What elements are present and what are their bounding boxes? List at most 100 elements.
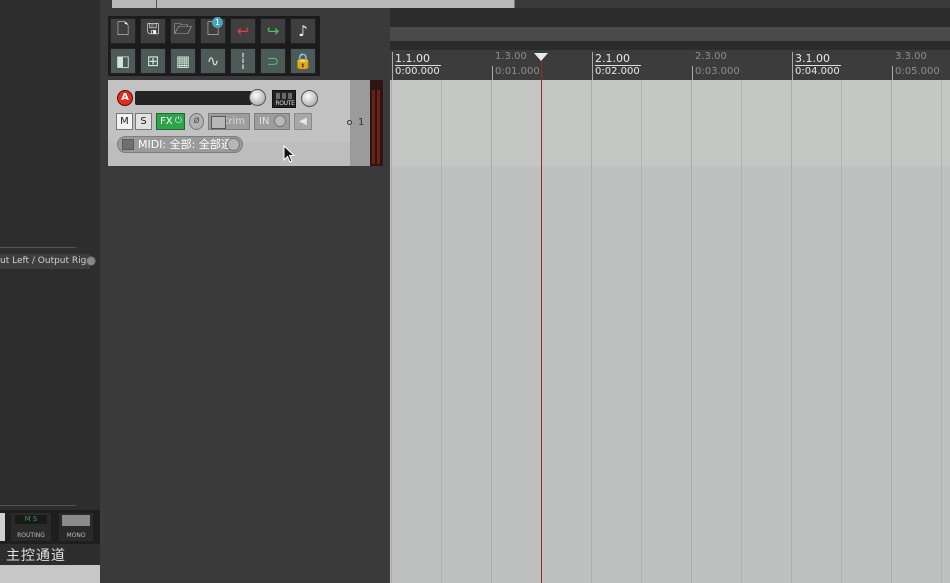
- meter-channel-right: [377, 90, 380, 164]
- ruler-time-label: 0:04.000: [795, 66, 840, 77]
- grid-line: [391, 80, 392, 583]
- solo-button[interactable]: S: [135, 113, 152, 130]
- open-project-icon: 🗁: [173, 19, 193, 38]
- grid-line: [641, 80, 642, 583]
- main-toolbar: 🗋 🖫 🗁 🗋 ↩ ↪ ♪ ◧ ⊞ ▦ ∿ ┆ ⊃ 🔒 1: [108, 16, 320, 76]
- lock-button[interactable]: 🔒: [290, 48, 316, 74]
- monitor-speaker-button[interactable]: ◀: [294, 113, 312, 130]
- new-track-button[interactable]: 🗋: [110, 18, 136, 44]
- ruler-time-label: 0:05.000: [895, 66, 940, 77]
- output-knob[interactable]: [86, 256, 96, 266]
- redo-button[interactable]: ↪: [260, 18, 286, 44]
- metronome-icon: ♪: [298, 22, 308, 40]
- ruler-tick: [692, 66, 693, 80]
- mono-label: MONO: [66, 532, 86, 539]
- fx-button[interactable]: FX ⏻: [156, 113, 185, 130]
- mono-speaker-icon: [62, 515, 90, 526]
- mixer-panel: [0, 0, 100, 583]
- scrollbar-thumb[interactable]: [112, 0, 515, 8]
- item-grouping-icon: ▦: [175, 52, 191, 70]
- play-cursor-marker[interactable]: [534, 53, 548, 61]
- routing-button[interactable]: M S ROUTING: [11, 513, 51, 541]
- record-arm-button[interactable]: A: [117, 90, 133, 106]
- ruler-time-label: 0:03.000: [695, 66, 740, 77]
- mouse-pointer-icon: [283, 145, 296, 163]
- grid-line: [491, 80, 492, 583]
- grid-line: [891, 80, 892, 583]
- ruler-bar-label: 2.1.00: [595, 52, 630, 65]
- envelope-points-icon: ∿: [206, 52, 220, 70]
- ruler-bar-label: 1.3.00: [495, 51, 527, 62]
- item-grouping-button[interactable]: ▦: [170, 48, 196, 74]
- fx-label: FX: [160, 116, 173, 127]
- master-track-title: 主控通道: [6, 548, 66, 564]
- midi-input-selector[interactable]: MIDI: 全部: 全部通: [117, 136, 243, 153]
- volume-knob[interactable]: [249, 89, 266, 106]
- loop-icon: ⊃: [266, 52, 280, 70]
- lock-icon: 🔒: [293, 52, 313, 70]
- route-label: ROUTE: [275, 100, 295, 107]
- grid-line: [941, 80, 942, 583]
- track-vu-meter[interactable]: [370, 80, 383, 166]
- arrange-top-bar: [390, 27, 950, 41]
- undo-button[interactable]: ↩: [230, 18, 256, 44]
- grid-line: [691, 80, 692, 583]
- save-project-button[interactable]: 🖫: [140, 18, 166, 44]
- snap-icon: ◧: [115, 52, 131, 70]
- save-project-icon: 🖫: [146, 19, 160, 38]
- ruler-tick: [892, 66, 893, 80]
- track-number: 1: [358, 117, 365, 128]
- track-lane[interactable]: [390, 80, 950, 166]
- open-project-button[interactable]: 🗁: [170, 18, 196, 44]
- pan-knob[interactable]: [301, 90, 318, 107]
- midi-input-label: MIDI: 全部: 全部通: [138, 138, 232, 151]
- track-template-badge: 1: [212, 17, 223, 28]
- mono-button[interactable]: MONO: [59, 513, 93, 541]
- mixer-bottom-strip: [0, 565, 100, 583]
- phase-invert-button[interactable]: ø: [189, 113, 204, 130]
- input-label: IN: [259, 116, 270, 127]
- timeline-ruler[interactable]: [390, 50, 950, 80]
- track-name-field[interactable]: [135, 91, 252, 105]
- ruler-tick: [492, 66, 493, 80]
- loop-button[interactable]: ⊃: [260, 48, 286, 74]
- ruler-underline: [795, 65, 841, 66]
- ruler-tick: [392, 52, 393, 80]
- new-track-icon: 🗋: [116, 19, 130, 38]
- ruler-bar-label: 3.3.00: [895, 51, 927, 62]
- ruler-tick: [592, 52, 593, 80]
- trim-envelope-button[interactable]: trim: [208, 113, 250, 130]
- ruler-time-label: 0:02.000: [595, 66, 640, 77]
- ruler-bar-label: 3.1.00: [795, 52, 830, 65]
- horizontal-scrollbar[interactable]: [112, 0, 950, 8]
- grid-lines-button[interactable]: ┆: [230, 48, 256, 74]
- master-output-label[interactable]: ut Left / Output Rig: [0, 254, 90, 269]
- grid-button[interactable]: ⊞: [140, 48, 166, 74]
- routing-mini-ms: M S: [15, 515, 47, 524]
- keyboard-icon: [122, 139, 134, 150]
- master-edge-button[interactable]: [0, 513, 5, 541]
- metronome-button[interactable]: ♪: [290, 18, 316, 44]
- grid-lines-icon: ┆: [238, 52, 248, 70]
- routing-label: ROUTING: [17, 532, 45, 539]
- undo-icon: ↩: [236, 22, 250, 40]
- ruler-time-label: 0:01.000: [495, 66, 540, 77]
- ruler-underline: [395, 65, 441, 66]
- input-monitor-button[interactable]: IN: [254, 113, 290, 130]
- track-connector-icon: [347, 120, 352, 125]
- route-button[interactable]: ROUTE: [272, 90, 296, 108]
- trim-label: trim: [224, 116, 245, 127]
- chevron-down-icon: [274, 115, 286, 127]
- grid-line: [591, 80, 592, 583]
- grid-line: [791, 80, 792, 583]
- envelope-points-button[interactable]: ∿: [200, 48, 226, 74]
- mute-button[interactable]: M: [116, 113, 133, 130]
- grid-line: [741, 80, 742, 583]
- ruler-bar-label: 2.3.00: [695, 51, 727, 62]
- scrollbar-divider: [156, 0, 157, 8]
- divider: [0, 505, 76, 506]
- snap-button[interactable]: ◧: [110, 48, 136, 74]
- chevron-down-icon: [227, 138, 240, 151]
- ruler-tick: [792, 52, 793, 80]
- fx-bypass-icon[interactable]: ⏻: [175, 114, 182, 129]
